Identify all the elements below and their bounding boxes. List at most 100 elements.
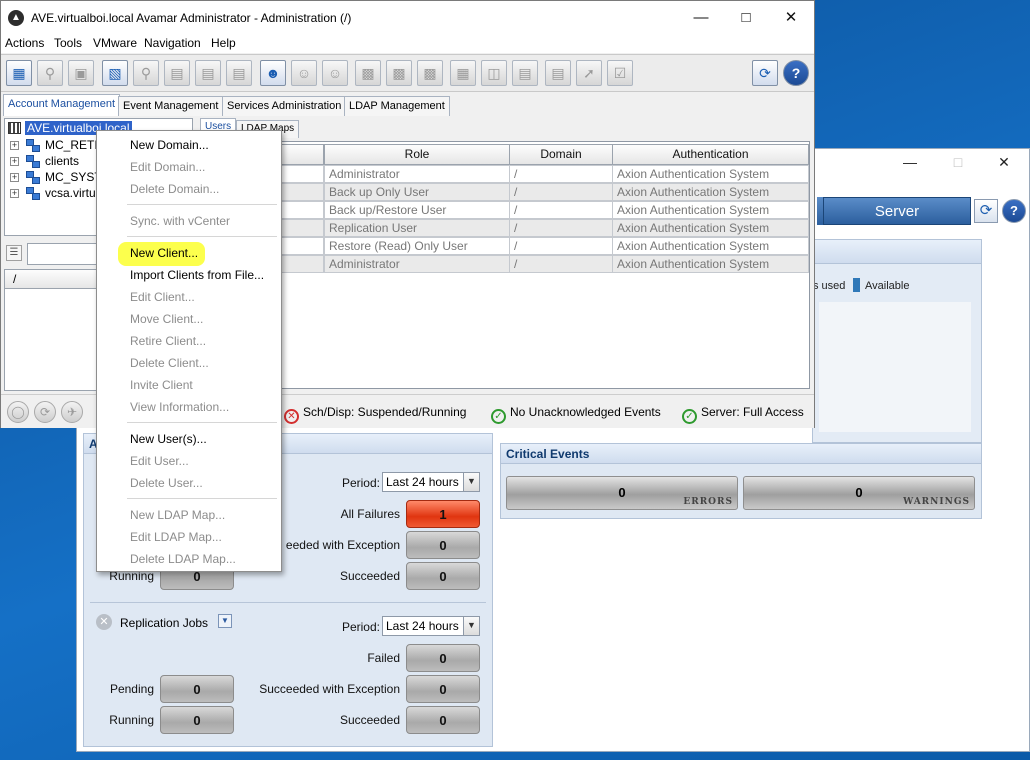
replication-succeeded-count[interactable]: 0	[406, 706, 480, 734]
chevron-down-icon[interactable]: ▼	[463, 617, 479, 635]
table-cell-auth[interactable]: Axion Authentication System	[612, 201, 809, 219]
group-delete-icon[interactable]: ▩	[417, 60, 443, 86]
group-edit-icon[interactable]: ▩	[386, 60, 412, 86]
group-icon[interactable]: ▩	[355, 60, 381, 86]
split-icon[interactable]: ◫	[481, 60, 507, 86]
search-icon[interactable]: ⚲	[37, 60, 63, 86]
replication-succeeded-exception-count[interactable]: 0	[406, 675, 480, 703]
close-icon[interactable]: ✕	[989, 152, 1019, 172]
menu-item-edit-ldap-map[interactable]: Edit LDAP Map...	[130, 530, 222, 544]
replication-period-select[interactable]: Last 24 hours ▼	[382, 616, 480, 636]
table-cell-role[interactable]: Administrator	[324, 255, 510, 273]
chevron-down-icon[interactable]: ▼	[218, 614, 232, 628]
table-cell-auth[interactable]: Axion Authentication System	[612, 219, 809, 237]
table-cell-role[interactable]: Administrator	[324, 165, 510, 183]
replication-failed-count[interactable]: 0	[406, 644, 480, 672]
menu-item-retire-client[interactable]: Retire Client...	[130, 334, 206, 348]
table-cell-domain[interactable]: /	[509, 255, 613, 273]
checklist-icon[interactable]: ☑	[607, 60, 633, 86]
menu-vmware[interactable]: VMware	[93, 36, 137, 50]
tree-node-vcsa[interactable]: vcsa.virtu	[45, 186, 96, 200]
new-user-icon[interactable]: ☻	[260, 60, 286, 86]
delete-client-icon[interactable]: ▤	[226, 60, 252, 86]
status-server[interactable]: ✓ Server: Full Access	[682, 405, 804, 424]
expand-icon[interactable]: +	[10, 157, 19, 166]
table-cell-domain[interactable]: /	[509, 201, 613, 219]
expand-icon[interactable]: +	[10, 141, 19, 150]
minimize-icon[interactable]: —	[895, 152, 925, 172]
close-icon[interactable]: ✕	[777, 7, 805, 29]
replication-running-count[interactable]: 0	[160, 706, 234, 734]
replication-pending-count[interactable]: 0	[160, 675, 234, 703]
menu-item-new-client[interactable]: New Client...	[130, 246, 198, 260]
column-header-authentication[interactable]: Authentication	[612, 144, 809, 165]
chevron-down-icon[interactable]: ▼	[463, 473, 479, 491]
domain-tree-icon[interactable]: ▦	[6, 60, 32, 86]
expand-icon[interactable]: +	[10, 173, 19, 182]
server-button[interactable]: Server	[823, 197, 971, 225]
column-header-role[interactable]: Role	[324, 144, 510, 165]
run-icon[interactable]: ✈	[61, 401, 83, 423]
menu-item-edit-user[interactable]: Edit User...	[130, 454, 189, 468]
succeeded-count[interactable]: 0	[406, 562, 480, 590]
help-icon[interactable]: ?	[1002, 199, 1026, 223]
errors-counter[interactable]: 0 ERRORS	[506, 476, 738, 510]
menu-item-invite-client[interactable]: Invite Client	[130, 378, 193, 392]
help-icon[interactable]: ?	[783, 60, 809, 86]
tab-ldap-management[interactable]: LDAP Management	[344, 96, 450, 116]
refresh-icon[interactable]: ⟳	[974, 199, 998, 223]
menu-item-edit-domain[interactable]: Edit Domain...	[130, 160, 205, 174]
all-failures-count[interactable]: 1	[406, 500, 480, 528]
table-cell-role[interactable]: Back up/Restore User	[324, 201, 510, 219]
column-header-domain[interactable]: Domain	[509, 144, 613, 165]
menu-help[interactable]: Help	[211, 36, 236, 50]
policy-icon[interactable]: ▦	[450, 60, 476, 86]
report-icon[interactable]: ▤	[512, 60, 538, 86]
tab-event-management[interactable]: Event Management	[118, 96, 224, 116]
menu-item-edit-client[interactable]: Edit Client...	[130, 290, 195, 304]
menu-item-delete-client[interactable]: Delete Client...	[130, 356, 209, 370]
refresh-icon[interactable]: ⟳	[752, 60, 778, 86]
menu-item-view-information[interactable]: View Information...	[130, 400, 229, 414]
retire-client-icon[interactable]: ▤	[195, 60, 221, 86]
menu-item-move-client[interactable]: Move Client...	[130, 312, 203, 326]
status-scheduler[interactable]: ✕ Sch/Disp: Suspended/Running	[284, 405, 466, 424]
table-cell-auth[interactable]: Axion Authentication System	[612, 237, 809, 255]
status-events[interactable]: ✓ No Unacknowledged Events	[491, 405, 661, 424]
table-cell-domain[interactable]: /	[509, 219, 613, 237]
tab-account-management[interactable]: Account Management	[3, 94, 121, 116]
table-cell-role[interactable]: Back up Only User	[324, 183, 510, 201]
warnings-counter[interactable]: 0 WARNINGS	[743, 476, 975, 510]
screen-icon[interactable]: ▤	[545, 60, 571, 86]
sync-icon[interactable]: ⟳	[34, 401, 56, 423]
cursor-icon[interactable]: ➚	[576, 60, 602, 86]
find-client-icon[interactable]: ⚲	[133, 60, 159, 86]
table-cell-role[interactable]: Replication User	[324, 219, 510, 237]
table-cell-domain[interactable]: /	[509, 165, 613, 183]
tree-node-mc-retired[interactable]: MC_RETI	[45, 138, 98, 152]
period-select[interactable]: Last 24 hours ▼	[382, 472, 480, 492]
menu-actions[interactable]: Actions	[5, 36, 44, 50]
new-client-icon[interactable]: ▧	[102, 60, 128, 86]
table-cell-auth[interactable]: Axion Authentication System	[612, 183, 809, 201]
menu-item-import-clients[interactable]: Import Clients from File...	[130, 268, 264, 282]
menu-item-new-domain[interactable]: New Domain...	[130, 138, 209, 152]
menu-item-new-ldap-map[interactable]: New LDAP Map...	[130, 508, 225, 522]
tree-node-clients[interactable]: clients	[45, 154, 79, 168]
menu-item-sync-vcenter[interactable]: Sync. with vCenter	[130, 214, 230, 228]
menu-tools[interactable]: Tools	[54, 36, 82, 50]
delete-domain-icon[interactable]: ▣	[68, 60, 94, 86]
table-cell-domain[interactable]: /	[509, 183, 613, 201]
minimize-icon[interactable]: —	[687, 7, 715, 29]
menu-navigation[interactable]: Navigation	[144, 36, 201, 50]
table-cell-auth[interactable]: Axion Authentication System	[612, 255, 809, 273]
edit-user-icon[interactable]: ☺	[291, 60, 317, 86]
succeeded-exception-count[interactable]: 0	[406, 531, 480, 559]
menu-item-delete-domain[interactable]: Delete Domain...	[130, 182, 219, 196]
delete-user-icon[interactable]: ☺	[322, 60, 348, 86]
expand-icon[interactable]: +	[10, 189, 19, 198]
move-client-icon[interactable]: ▤	[164, 60, 190, 86]
maximize-icon[interactable]: □	[732, 7, 760, 29]
table-cell-domain[interactable]: /	[509, 237, 613, 255]
filter-icon[interactable]: ☰	[6, 245, 22, 261]
